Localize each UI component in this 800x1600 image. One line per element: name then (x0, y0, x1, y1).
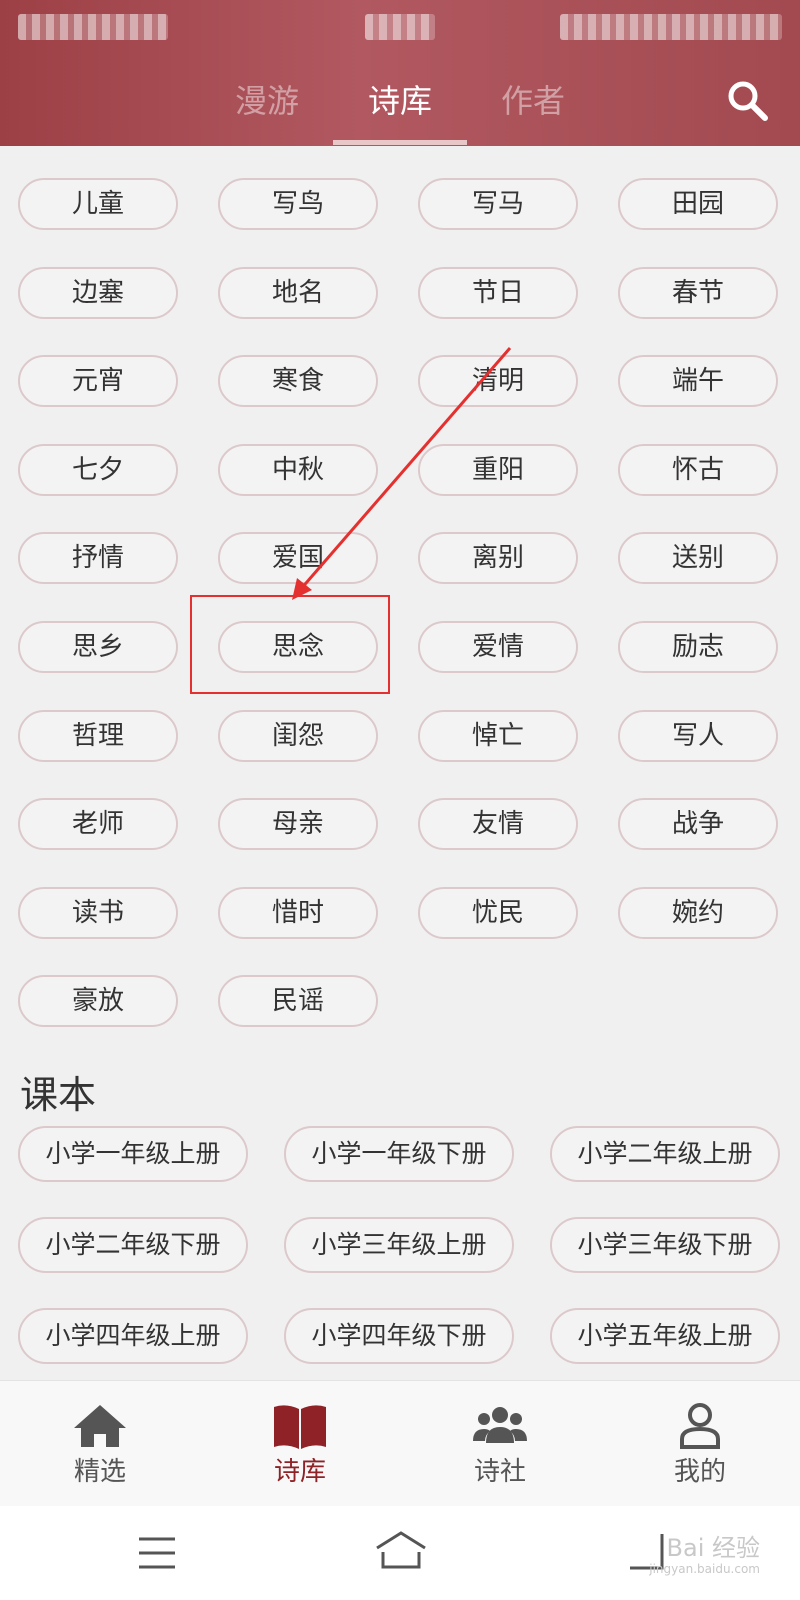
bottom-nav: 精选 诗库 诗社 我的 (0, 1380, 800, 1507)
textbook-tag[interactable]: 小学一年级下册 (284, 1126, 514, 1182)
home-icon (74, 1405, 126, 1447)
theme-tag[interactable]: 七夕 (18, 443, 178, 496)
theme-tag[interactable]: 爱国 (218, 532, 378, 585)
theme-tag[interactable]: 思乡 (18, 621, 178, 673)
theme-tag[interactable]: 端午 (618, 355, 778, 408)
system-nav-bar: Bai 经验 jingyan.baidu.com (0, 1506, 800, 1600)
theme-tag[interactable]: 寒食 (218, 355, 378, 408)
watermark-url: jingyan.baidu.com (649, 1562, 760, 1576)
theme-tag[interactable]: 写人 (618, 709, 778, 762)
tab-poem-library[interactable]: 诗库 (340, 76, 460, 122)
theme-tag[interactable]: 田园 (618, 178, 778, 230)
nav-label: 诗库 (273, 1457, 326, 1487)
theme-tag[interactable]: 清明 (418, 355, 578, 408)
textbook-tag[interactable]: 小学四年级上册 (18, 1308, 248, 1364)
textbook-tag[interactable]: 小学四年级下册 (284, 1308, 514, 1364)
textbook-tag[interactable]: 小学三年级下册 (550, 1217, 780, 1273)
nav-label: 我的 (673, 1457, 726, 1487)
theme-tag[interactable]: 战争 (618, 798, 778, 851)
textbook-tag[interactable]: 小学二年级上册 (550, 1126, 780, 1182)
user-icon (680, 1403, 720, 1449)
theme-tag[interactable]: 豪放 (18, 975, 178, 1028)
app-header: 漫游 诗库 作者 (0, 0, 800, 146)
home-key-icon[interactable] (374, 1530, 428, 1570)
theme-tag[interactable]: 春节 (618, 266, 778, 319)
textbook-section-title: 课本 (20, 1073, 97, 1117)
theme-tag[interactable]: 怀古 (618, 443, 778, 496)
theme-tag[interactable]: 悼亡 (418, 709, 578, 762)
theme-tag[interactable]: 母亲 (218, 798, 378, 851)
theme-tag[interactable]: 写马 (418, 178, 578, 230)
theme-tag[interactable]: 儿童 (18, 178, 178, 230)
theme-tag[interactable]: 励志 (618, 621, 778, 673)
status-blurred-right (560, 14, 782, 40)
textbook-tag[interactable]: 小学一年级上册 (18, 1126, 248, 1182)
textbook-tag[interactable]: 小学二年级下册 (18, 1217, 248, 1273)
theme-tag[interactable]: 离别 (418, 532, 578, 585)
theme-tag[interactable]: 写鸟 (218, 178, 378, 230)
group-icon (473, 1407, 527, 1443)
theme-tag[interactable]: 忧民 (418, 886, 578, 939)
tab-authors[interactable]: 作者 (473, 76, 593, 122)
textbook-tag[interactable]: 小学三年级上册 (284, 1217, 514, 1273)
nav-poetry-club[interactable]: 诗社 (400, 1381, 600, 1507)
theme-tag[interactable]: 惜时 (218, 886, 378, 939)
theme-tag[interactable]: 抒情 (18, 532, 178, 585)
nav-label: 诗社 (473, 1457, 526, 1487)
book-icon (274, 1405, 326, 1449)
theme-tag[interactable]: 爱情 (418, 621, 578, 673)
theme-tag[interactable]: 婉约 (618, 886, 778, 939)
nav-poem-library[interactable]: 诗库 (200, 1381, 400, 1507)
theme-tag[interactable]: 哲理 (18, 709, 178, 762)
search-icon[interactable] (725, 78, 769, 122)
theme-tag[interactable]: 民谣 (218, 975, 378, 1028)
status-bar (0, 0, 800, 60)
textbook-tag[interactable]: 小学五年级上册 (550, 1308, 780, 1364)
top-tabs: 漫游 诗库 作者 (0, 72, 800, 146)
theme-tag[interactable]: 闺怨 (218, 709, 378, 762)
menu-icon[interactable] (137, 1536, 177, 1570)
highlight-box (190, 595, 390, 694)
theme-tag[interactable]: 读书 (18, 886, 178, 939)
theme-tag[interactable]: 地名 (218, 266, 378, 319)
theme-tag[interactable]: 边塞 (18, 266, 178, 319)
nav-featured[interactable]: 精选 (0, 1381, 200, 1507)
status-blurred-center (365, 14, 435, 40)
nav-label: 精选 (73, 1457, 126, 1487)
theme-tag[interactable]: 节日 (418, 266, 578, 319)
active-tab-indicator (333, 140, 467, 145)
theme-tag[interactable]: 送别 (618, 532, 778, 585)
theme-tag[interactable]: 老师 (18, 798, 178, 851)
theme-tag[interactable]: 元宵 (18, 355, 178, 408)
nav-mine[interactable]: 我的 (600, 1381, 800, 1507)
status-blurred-left (18, 14, 168, 40)
tab-roam[interactable]: 漫游 (207, 76, 327, 122)
theme-tag[interactable]: 友情 (418, 798, 578, 851)
watermark-text: Bai 经验 (666, 1534, 760, 1562)
theme-tag[interactable]: 中秋 (218, 443, 378, 496)
theme-tag[interactable]: 重阳 (418, 443, 578, 496)
